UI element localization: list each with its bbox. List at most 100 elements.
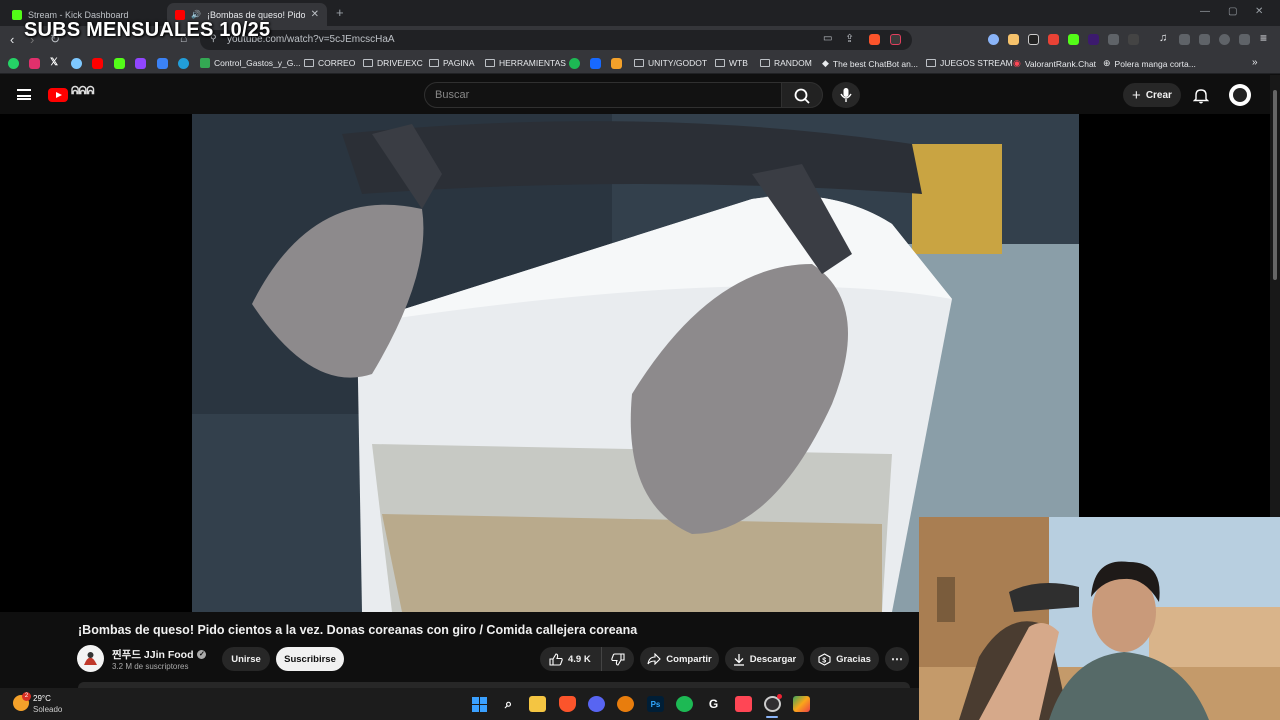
- vpn-icon[interactable]: [1239, 34, 1250, 45]
- youtube-logo-icon[interactable]: [48, 88, 68, 102]
- bookmark-folder-random[interactable]: RANDOM: [760, 58, 812, 68]
- download-button[interactable]: Descargar: [725, 647, 804, 671]
- bookmark-polera[interactable]: ⊕ Polera manga corta...: [1103, 58, 1196, 69]
- share-button[interactable]: Compartir: [640, 647, 719, 671]
- bookmark-folder-wtb[interactable]: WTB: [715, 58, 748, 68]
- thumbs-down-icon: [611, 652, 625, 666]
- bookmark-folder-unity[interactable]: UNITY/GODOT: [634, 58, 707, 68]
- media-control-icon[interactable]: ♫: [1159, 32, 1167, 44]
- extensions-puzzle-icon[interactable]: [1108, 34, 1119, 45]
- app-icon[interactable]: [793, 696, 810, 712]
- extension-2-icon[interactable]: [1008, 34, 1019, 45]
- extension-4-icon[interactable]: [1048, 34, 1059, 45]
- twitch-icon[interactable]: [135, 58, 146, 69]
- dislike-button[interactable]: [601, 647, 634, 671]
- extension-3-icon[interactable]: [1028, 34, 1039, 45]
- bookmark-label: Polera manga corta...: [1114, 58, 1196, 69]
- channel-avatar[interactable]: [77, 645, 104, 672]
- valorant-app-icon[interactable]: [735, 696, 752, 712]
- subscribe-button[interactable]: Suscribirse: [276, 647, 344, 671]
- channel-name[interactable]: 찐푸드 JJin Food ✓: [112, 647, 207, 662]
- more-bookmarks-icon[interactable]: »: [1252, 57, 1258, 68]
- thumbs-up-icon: [549, 652, 563, 666]
- brave-rewards-icon[interactable]: [890, 34, 901, 45]
- create-button[interactable]: + Crear: [1123, 83, 1181, 107]
- video-title: ¡Bombas de queso! Pido cientos a la vez.…: [78, 623, 638, 637]
- weather-condition[interactable]: Soleado: [33, 705, 62, 714]
- spotify-icon[interactable]: [676, 696, 693, 712]
- cast-icon[interactable]: ▭: [823, 33, 832, 44]
- whatsapp-icon[interactable]: [8, 58, 19, 69]
- close-tab-icon[interactable]: ✕: [311, 9, 319, 20]
- brave-browser-icon[interactable]: [559, 696, 576, 712]
- tab-label: Stream - Kick Dashboard: [28, 9, 129, 20]
- bookmark-app-icon[interactable]: [611, 58, 622, 69]
- extension-6-icon[interactable]: [1088, 34, 1099, 45]
- search-button[interactable]: [781, 82, 823, 108]
- sidebar-icon[interactable]: [1179, 34, 1190, 45]
- discord-icon[interactable]: [588, 696, 605, 712]
- account-avatar[interactable]: [1229, 84, 1251, 106]
- bookmark-chatbot[interactable]: ◆ The best ChatBot an...: [822, 58, 918, 69]
- folder-icon: [926, 59, 936, 67]
- close-window-icon[interactable]: ✕: [1255, 6, 1263, 17]
- cloud-icon[interactable]: [71, 58, 82, 69]
- youtube-favicon-icon: [175, 9, 185, 20]
- url-bar[interactable]: youtube.com/watch?v=5cJEmcscHaA: [200, 30, 912, 50]
- guide-menu-icon[interactable]: [17, 89, 31, 100]
- join-button[interactable]: Unirse: [222, 647, 270, 671]
- folder-icon: [485, 59, 495, 67]
- x-twitter-icon[interactable]: 𝕏: [50, 57, 58, 68]
- windows-start-icon[interactable]: [471, 696, 488, 712]
- webcam-feed-image: [919, 517, 1280, 720]
- steam-icon[interactable]: G: [705, 696, 722, 712]
- bookmark-folder-correo[interactable]: CORREO: [304, 58, 355, 68]
- bookmark-folder-herramientas[interactable]: HERRAMIENTAS: [485, 58, 566, 68]
- active-app-indicator: [766, 716, 778, 718]
- bookmark-label: ValorantRank.Chat: [1024, 58, 1097, 69]
- extension-1-icon[interactable]: [988, 34, 999, 45]
- bookmark-folder-pagina[interactable]: PAGINA: [429, 58, 475, 68]
- voice-search-button[interactable]: [832, 82, 860, 108]
- thanks-label: Gracias: [836, 653, 871, 665]
- youtube-bookmark-icon[interactable]: [92, 58, 103, 69]
- audio-playing-icon[interactable]: 🔊: [191, 10, 201, 19]
- menu-icon[interactable]: ≡: [1260, 31, 1267, 45]
- back-icon[interactable]: ‹: [10, 32, 14, 47]
- youtube-doodle-icon[interactable]: ᕱᕱᕱ: [71, 85, 95, 98]
- blender-icon[interactable]: [617, 696, 634, 712]
- bookmark-control-gastos[interactable]: Control_Gastos_y_G...: [200, 58, 300, 68]
- extension-5-icon[interactable]: [1068, 34, 1079, 45]
- brave-shield-icon[interactable]: [869, 34, 880, 45]
- share-icon: [647, 653, 662, 665]
- weather-temperature[interactable]: 29°C: [33, 694, 51, 703]
- like-button[interactable]: 4.9 K: [540, 647, 601, 671]
- folder-icon: [363, 59, 373, 67]
- behance-icon[interactable]: [590, 58, 601, 69]
- extension-7-icon[interactable]: [1128, 34, 1139, 45]
- photoshop-icon[interactable]: Ps: [647, 696, 664, 712]
- bookmark-folder-drive[interactable]: DRIVE/EXC: [363, 58, 423, 68]
- notifications-button[interactable]: [1192, 87, 1210, 109]
- bookmark-valorantrank[interactable]: ◉ ValorantRank.Chat: [1013, 58, 1096, 69]
- leo-ai-icon[interactable]: [1219, 34, 1230, 45]
- new-tab-button[interactable]: +: [336, 5, 344, 20]
- maximize-icon[interactable]: ▢: [1228, 6, 1237, 17]
- bookmark-folder-juegos-stream[interactable]: JUEGOS STREAM: [926, 58, 1013, 68]
- more-actions-button[interactable]: ⋯: [885, 647, 909, 671]
- kick-bookmark-icon[interactable]: [114, 58, 125, 69]
- search-input[interactable]: [424, 82, 782, 108]
- file-explorer-icon[interactable]: [529, 696, 546, 712]
- instagram-icon[interactable]: [29, 58, 40, 69]
- taskbar-search-icon[interactable]: ⌕: [500, 696, 517, 712]
- minimize-icon[interactable]: —: [1200, 6, 1210, 17]
- bookmark-label: DRIVE/EXC: [377, 58, 423, 68]
- paypal-icon[interactable]: [157, 58, 168, 69]
- share-page-icon[interactable]: ⇪: [845, 32, 854, 45]
- bookmark-app-icon[interactable]: [569, 58, 580, 69]
- thanks-button[interactable]: $ Gracias: [810, 647, 879, 671]
- globe-icon: ⊕: [1103, 58, 1111, 68]
- wallet-icon[interactable]: [1199, 34, 1210, 45]
- kick-favicon-icon: [12, 9, 22, 20]
- telegram-icon[interactable]: [178, 58, 189, 69]
